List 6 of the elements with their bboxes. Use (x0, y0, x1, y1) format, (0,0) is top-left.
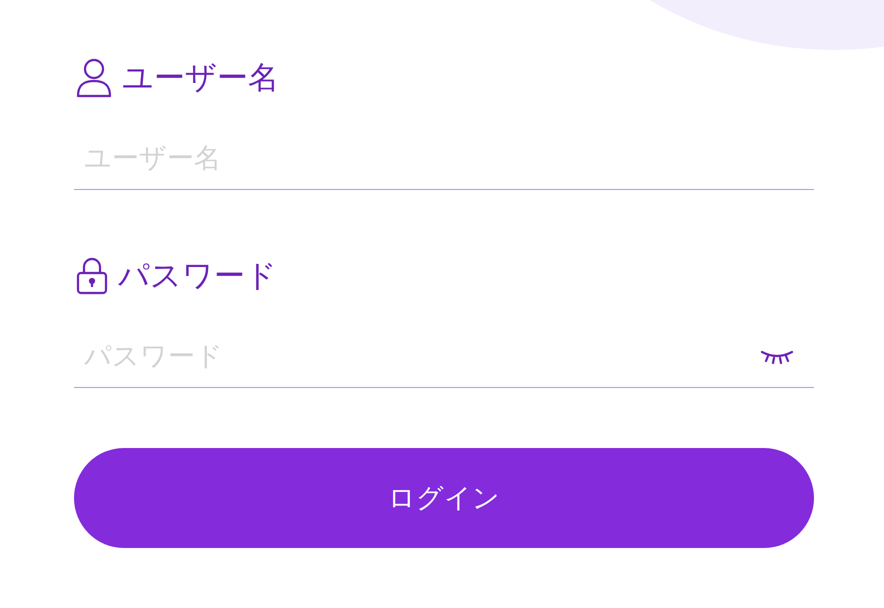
field-label: ユーザー名 (122, 59, 279, 98)
closed-eye-icon[interactable] (760, 350, 794, 364)
field-label: パスワード (118, 257, 277, 296)
lock-icon (76, 257, 108, 295)
login-button[interactable]: ログイン (74, 448, 814, 548)
user-icon (76, 58, 112, 98)
